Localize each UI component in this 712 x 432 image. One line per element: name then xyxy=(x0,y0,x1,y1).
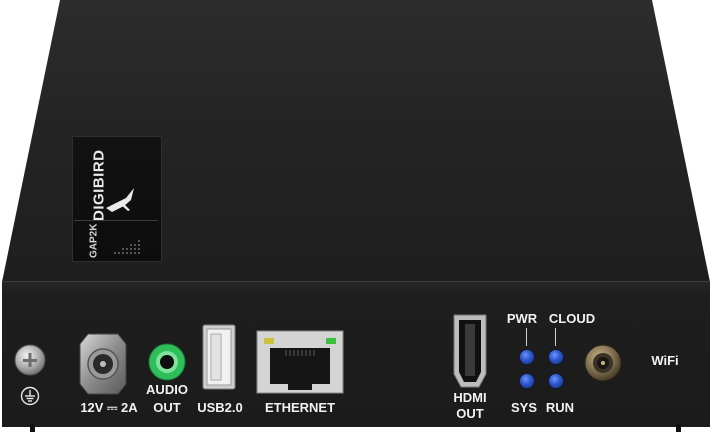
pwr-led xyxy=(520,350,534,364)
cloud-led-leader xyxy=(555,328,556,346)
audio-label-line2: OUT xyxy=(153,400,181,415)
led-label-cloud: CLOUD xyxy=(548,311,596,326)
sys-led xyxy=(520,374,534,388)
ground-screw-icon xyxy=(14,344,46,376)
cloud-led xyxy=(549,350,563,364)
led-label-run: RUN xyxy=(545,400,575,415)
left-foot xyxy=(30,424,35,432)
power-label: 12V ⎓ 2A xyxy=(80,400,138,415)
usb-port[interactable] xyxy=(202,324,236,390)
wifi-antenna-connector[interactable] xyxy=(584,344,622,382)
led-label-sys: SYS xyxy=(510,400,537,415)
bird-logo-icon xyxy=(106,188,134,212)
usb-label: USB2.0 xyxy=(197,400,243,415)
ethernet-label: ETHERNET xyxy=(264,400,336,415)
audio-label-line1: AUDIO xyxy=(146,382,188,397)
run-led xyxy=(549,374,563,388)
audio-out-jack[interactable] xyxy=(148,343,186,381)
ethernet-port[interactable] xyxy=(256,330,344,394)
ground-symbol-icon xyxy=(20,386,40,406)
led-label-pwr: PWR xyxy=(506,311,538,326)
pwr-led-leader xyxy=(526,328,527,346)
wifi-label: WiFi xyxy=(651,353,679,368)
badge-divider xyxy=(74,220,158,221)
right-foot xyxy=(676,424,681,432)
hdmi-label-line2: OUT xyxy=(456,406,484,421)
dc-power-jack[interactable] xyxy=(78,332,128,396)
hdmi-label-line1: HDMI xyxy=(453,390,487,405)
hdmi-port[interactable] xyxy=(451,312,489,390)
model-label: GAP2K xyxy=(88,223,100,259)
device-scene: DIGIBIRD GAP2K 12V ⎓ 2A AUDIO OUT USB2.0… xyxy=(0,0,712,432)
badge-dot-pattern xyxy=(114,240,140,254)
